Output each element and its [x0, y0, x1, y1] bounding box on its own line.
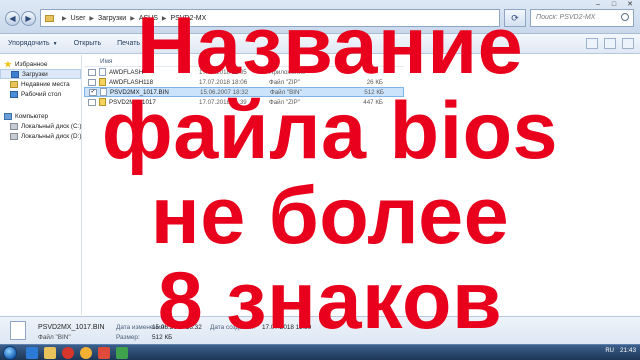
- chevron-down-icon: ▼: [52, 41, 58, 47]
- minimize-button[interactable]: –: [590, 0, 606, 9]
- preview-pane-icon[interactable]: [604, 38, 616, 49]
- nav-item-computer[interactable]: Компьютер: [0, 111, 81, 121]
- chevron-right-icon: ▶: [62, 15, 67, 22]
- nav-item-disk-c[interactable]: Локальный диск (C:): [0, 121, 81, 131]
- help-icon[interactable]: [622, 38, 634, 49]
- nav-item-label: Локальный диск (D:): [21, 132, 82, 140]
- desktop-icon: [10, 90, 18, 98]
- nav-item-recent[interactable]: Недавние места: [0, 79, 81, 89]
- organize-button[interactable]: Упорядочить ▼: [0, 40, 66, 47]
- overlay-caption: Название файла bios не более 8 знаков: [95, 4, 565, 344]
- navigation-pane: Избранное Загрузки Недавние места Рабочи…: [0, 55, 82, 315]
- caption-line: не более: [150, 171, 510, 261]
- start-button[interactable]: [3, 346, 17, 360]
- computer-icon: [4, 112, 12, 120]
- ie-icon[interactable]: [26, 347, 38, 359]
- recent-places-icon: [10, 80, 18, 88]
- star-icon: [4, 60, 12, 68]
- nav-item-downloads[interactable]: Загрузки: [0, 69, 81, 79]
- nav-item-label: Избранное: [15, 60, 48, 68]
- breadcrumb-item[interactable]: User: [71, 15, 86, 22]
- nav-item-desktop[interactable]: Рабочий стол: [0, 89, 81, 99]
- language-indicator[interactable]: RU: [605, 348, 614, 354]
- back-arrow-icon[interactable]: ◀: [5, 11, 20, 26]
- search-icon: [621, 13, 629, 21]
- view-controls: [586, 38, 634, 49]
- nav-item-disk-d[interactable]: Локальный диск (D:): [0, 131, 81, 141]
- details-file-type: Файл "BIN": [38, 334, 71, 341]
- close-button[interactable]: ✕: [622, 0, 638, 9]
- nav-item-favorites[interactable]: Избранное: [0, 59, 81, 69]
- clock[interactable]: 21:43: [620, 347, 636, 354]
- caption-line: 8 знаков: [157, 256, 503, 346]
- caption-line: файла bios: [101, 86, 559, 176]
- chevron-right-icon: ▶: [89, 15, 95, 22]
- downloads-icon: [11, 70, 19, 78]
- chrome-icon[interactable]: [80, 347, 92, 359]
- bin-file-icon: [10, 321, 26, 340]
- system-tray: RU 21:43: [605, 347, 636, 354]
- view-options-icon[interactable]: [586, 38, 598, 49]
- yandex-icon[interactable]: [98, 347, 110, 359]
- disk-icon: [10, 122, 18, 130]
- folder-icon: [45, 14, 54, 22]
- nav-item-label: Рабочий стол: [21, 90, 62, 98]
- nav-item-label: Локальный диск (C:): [21, 122, 82, 130]
- maximize-button[interactable]: □: [606, 0, 622, 9]
- organize-label: Упорядочить: [8, 40, 50, 47]
- nav-item-label: Недавние места: [21, 80, 70, 88]
- media-player-icon[interactable]: [62, 347, 74, 359]
- taskbar: RU 21:43: [0, 344, 640, 360]
- forward-arrow-icon[interactable]: ▶: [21, 11, 36, 26]
- caption-line: Название: [136, 1, 524, 91]
- disk-icon: [10, 132, 18, 140]
- nav-item-label: Компьютер: [15, 112, 49, 120]
- explorer-icon[interactable]: [44, 347, 56, 359]
- app-icon[interactable]: [116, 347, 128, 359]
- nav-item-label: Загрузки: [22, 70, 48, 78]
